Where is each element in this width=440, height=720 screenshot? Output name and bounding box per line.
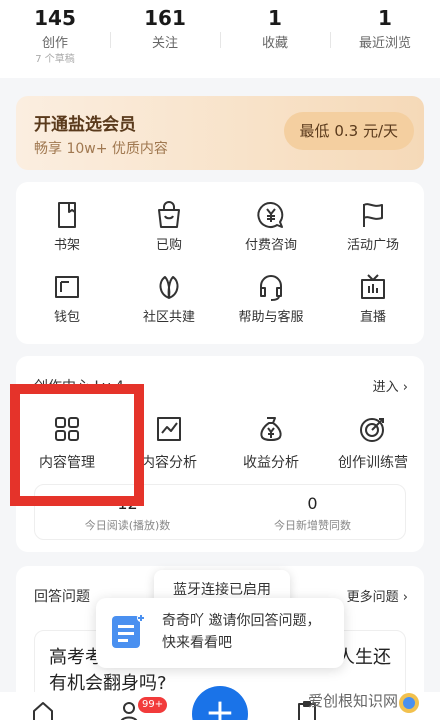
invite-popup[interactable]: 奇奇吖 邀请你回答问题， 快来看看吧: [96, 598, 344, 668]
watermark-logo-icon: [399, 693, 419, 713]
creator-item-label: 创作训练营: [338, 455, 408, 471]
enter-button[interactable]: 进入 ›: [373, 376, 408, 395]
stat-label: 收藏: [261, 36, 288, 51]
stat-following[interactable]: 161 关注: [110, 0, 220, 78]
stat-drafts: 7 个草稿: [35, 54, 75, 65]
highlight-box: [10, 384, 144, 506]
chevron-right-icon: ›: [402, 590, 408, 605]
feature-grid: 书架 已购 付费咨询 活动广场 钱包 社区共建 帮助与客服 直播: [16, 182, 424, 344]
chart-icon: [157, 417, 181, 441]
more-label: 更多问题: [346, 590, 399, 605]
chevron-right-icon: ›: [402, 380, 408, 395]
grid-item-live[interactable]: 直播: [322, 272, 424, 326]
metric-label: 今日阅读(播放)数: [84, 519, 171, 532]
shopping-bag-icon: [158, 201, 180, 228]
grid-item-paid-consult[interactable]: 付费咨询: [220, 200, 322, 254]
stat-favorites[interactable]: 1 收藏: [220, 0, 330, 78]
creator-item-income[interactable]: 收益分析: [220, 414, 322, 472]
stat-recent[interactable]: 1 最近浏览: [330, 0, 440, 78]
grid-label: 帮助与客服: [238, 310, 304, 325]
flag-icon: [363, 203, 383, 227]
leaf-icon: [159, 276, 179, 299]
headset-icon: [260, 275, 282, 301]
tv-icon: [361, 274, 385, 299]
watermark: 爱创根知识网: [308, 692, 399, 710]
grid-label: 付费咨询: [244, 238, 297, 253]
grid-item-help[interactable]: 帮助与客服: [220, 272, 322, 326]
grid-label: 活动广场: [346, 238, 399, 253]
stats-row: 145 创作 7 个草稿 161 关注 1 收藏 1 最近浏览: [0, 0, 440, 78]
grid-item-community[interactable]: 社区共建: [118, 272, 220, 326]
wallet-icon: [55, 276, 79, 298]
creator-item-label: 收益分析: [243, 455, 299, 471]
stat-label: 最近浏览: [358, 36, 411, 51]
home-icon[interactable]: [32, 700, 54, 720]
more-questions-button[interactable]: 更多问题 ›: [347, 586, 408, 605]
metric-label: 今日新增赞同数: [274, 519, 351, 532]
target-icon: [360, 418, 384, 442]
stat-creations[interactable]: 145 创作 7 个草稿: [0, 0, 110, 78]
grid-label: 已购: [155, 238, 182, 253]
bookshelf-icon: [58, 202, 76, 228]
stat-number: 145: [34, 6, 76, 30]
enter-label: 进入: [372, 380, 399, 395]
stat-number: 1: [378, 6, 392, 30]
grid-item-purchased[interactable]: 已购: [118, 200, 220, 254]
grid-item-bookshelf[interactable]: 书架: [16, 200, 118, 254]
stat-number: 1: [268, 6, 282, 30]
invite-text: 奇奇吖 邀请你回答问题， 快来看看吧: [162, 610, 320, 654]
stat-number: 161: [144, 6, 186, 30]
invite-line2: 快来看看吧: [162, 635, 232, 651]
grid-item-activity[interactable]: 活动广场: [322, 200, 424, 254]
grid-label: 书架: [53, 238, 80, 253]
creator-item-training[interactable]: 创作训练营: [322, 414, 424, 472]
vip-title: 开通盐选会员: [34, 115, 136, 135]
vip-banner[interactable]: 开通盐选会员 畅享 10w+ 优质内容 最低 0.3 元/天: [16, 96, 424, 170]
vip-price-button[interactable]: 最低 0.3 元/天: [283, 112, 414, 150]
grid-label: 社区共建: [142, 310, 195, 325]
metric-upvotes[interactable]: 0 今日新增赞同数: [220, 485, 405, 539]
metric-value: 0: [307, 494, 318, 513]
yen-chat-icon: [257, 201, 284, 228]
grid-label: 钱包: [53, 310, 80, 325]
grid-label: 直播: [359, 310, 386, 325]
vip-subtitle: 畅享 10w+ 优质内容: [34, 141, 168, 157]
document-icon: [112, 614, 145, 648]
stat-label: 关注: [151, 36, 178, 51]
answer-title: 回答问题: [34, 589, 90, 605]
stat-label: 创作: [41, 36, 68, 51]
grid-item-wallet[interactable]: 钱包: [16, 272, 118, 326]
notification-badge: 99+: [138, 697, 168, 713]
money-bag-icon: [260, 417, 282, 441]
invite-line1: 奇奇吖 邀请你回答问题，: [162, 613, 321, 629]
